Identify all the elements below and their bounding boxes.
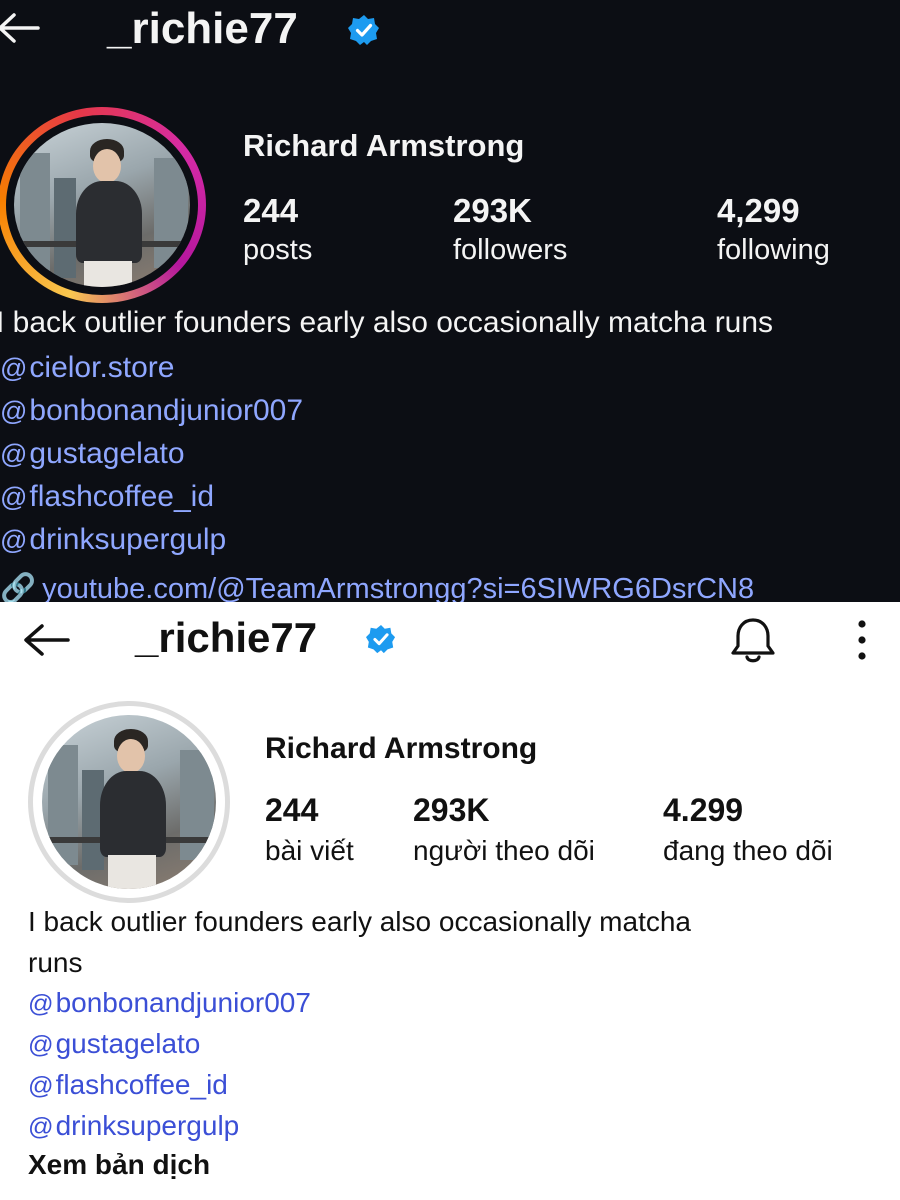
back-arrow-icon[interactable] <box>20 620 72 660</box>
display-name: Richard Armstrong <box>265 732 538 765</box>
youtube-link[interactable]: 🔗 youtube.com/@TeamArmstrongg?si=6SIWRG6D… <box>0 572 900 602</box>
stat-following[interactable]: 4,299 following <box>717 192 830 267</box>
bio-text: I back outlier founders early also occas… <box>28 906 692 937</box>
back-arrow-icon[interactable] <box>0 10 42 46</box>
stat-label: following <box>717 234 830 266</box>
link-text: drinksupergulp <box>29 523 227 556</box>
stat-value: 293K <box>453 192 532 229</box>
stat-value: 4,299 <box>717 192 800 229</box>
threads-icon: @ <box>0 353 28 383</box>
threads-icon: @ <box>28 990 54 1018</box>
link-text: drinksupergulp <box>55 1110 240 1141</box>
threads-link[interactable]: @gustagelato <box>28 1028 200 1060</box>
bell-icon[interactable] <box>728 614 778 666</box>
stat-followers[interactable]: 293K người theo dõi <box>413 792 595 867</box>
threads-link[interactable]: @flashcoffee_id <box>28 1069 228 1101</box>
stat-followers[interactable]: 293K followers <box>453 192 567 267</box>
avatar[interactable] <box>14 123 190 287</box>
link-text: gustagelato <box>55 1028 201 1059</box>
link-text: bonbonandjunior007 <box>29 394 304 427</box>
threads-link[interactable]: @drinksupergulp <box>0 523 226 557</box>
display-name: Richard Armstrong <box>243 128 525 163</box>
username: _richie77 <box>135 614 318 661</box>
link-text: youtube.com/@TeamArmstrongg?si=6SIWRG6Ds… <box>42 573 755 602</box>
threads-icon: @ <box>28 1031 54 1059</box>
stat-label: bài viết <box>265 835 354 866</box>
link-text: flashcoffee_id <box>29 480 215 513</box>
bio-text: I back outlier founders early also occas… <box>0 306 774 339</box>
dark-profile-screenshot: _richie77 Richard Armstrong 244 posts 29… <box>0 0 900 602</box>
link-text: flashcoffee_id <box>55 1069 228 1100</box>
bio-text-continued: runs <box>28 947 83 978</box>
threads-icon: @ <box>28 1113 54 1141</box>
stat-label: người theo dõi <box>413 835 595 866</box>
stat-value: 293K <box>413 792 490 828</box>
stat-label: followers <box>453 234 568 266</box>
stat-value: 4.299 <box>663 792 744 828</box>
threads-link[interactable]: @gustagelato <box>0 437 185 471</box>
link-text: gustagelato <box>29 437 185 470</box>
link-text: cielor.store <box>29 351 175 384</box>
link-icon: 🔗 <box>0 573 37 602</box>
link-text: bonbonandjunior007 <box>55 987 311 1018</box>
stat-posts[interactable]: 244 bài viết <box>265 792 354 867</box>
threads-icon: @ <box>0 439 28 469</box>
threads-link[interactable]: @cielor.store <box>0 351 175 385</box>
threads-icon: @ <box>0 525 28 555</box>
threads-icon: @ <box>0 482 28 512</box>
threads-link[interactable]: @bonbonandjunior007 <box>28 987 311 1019</box>
stat-value: 244 <box>243 192 299 229</box>
stat-label: posts <box>243 234 313 266</box>
threads-icon: @ <box>28 1072 54 1100</box>
more-vertical-icon[interactable] <box>848 618 876 662</box>
stat-label: đang theo dõi <box>663 835 833 866</box>
stat-following[interactable]: 4.299 đang theo dõi <box>663 792 833 867</box>
light-profile-screenshot: _richie77 Richard Armstrong 244 bài viết… <box>0 602 900 1200</box>
username: _richie77 <box>107 4 298 53</box>
verified-badge-icon <box>366 624 396 654</box>
threads-icon: @ <box>0 396 28 426</box>
avatar[interactable] <box>42 715 216 889</box>
threads-link[interactable]: @bonbonandjunior007 <box>0 394 303 428</box>
stat-value: 244 <box>265 792 319 828</box>
stat-posts[interactable]: 244 posts <box>243 192 312 267</box>
verified-badge-icon <box>348 14 380 46</box>
threads-link[interactable]: @drinksupergulp <box>28 1110 239 1142</box>
threads-link[interactable]: @flashcoffee_id <box>0 480 214 514</box>
see-translation-button[interactable]: Xem bản dịch <box>28 1149 210 1181</box>
